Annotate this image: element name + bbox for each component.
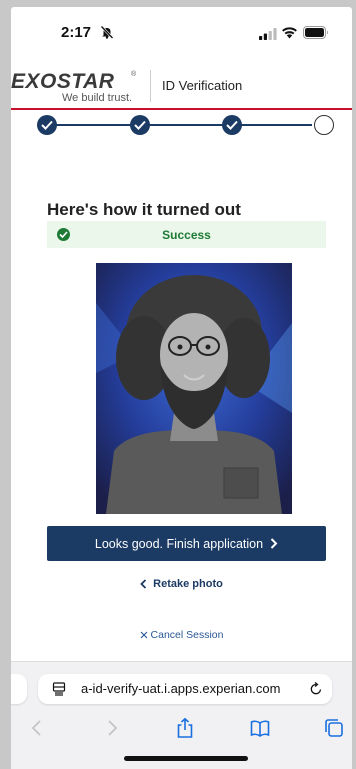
captured-selfie-photo [96,263,292,514]
page-icon[interactable] [52,682,66,696]
bookmarks-icon[interactable] [249,717,271,739]
exostar-logo[interactable]: EXOSTAR ® We build trust. [11,70,139,104]
cancel-session-link[interactable]: Cancel Session [11,629,352,641]
signal-icon [259,28,277,40]
status-bar: 2:17 [11,7,352,55]
url-text: a-id-verify-uat.i.apps.experian.com [81,681,281,696]
progress-stepper [11,111,352,139]
phone-screen: 2:17 EXOSTAR ® We build trust. ID Verifi… [11,7,352,769]
stepper-track [47,124,312,126]
bell-slash-icon [100,25,114,39]
chevron-right-icon [270,538,278,549]
header-divider [150,70,151,102]
retake-photo-link[interactable]: Retake photo [11,578,352,590]
step-3-complete [222,115,242,135]
window-frame-top [0,0,356,7]
check-icon [226,120,238,130]
tabs-icon[interactable] [323,717,345,739]
logo-tagline: We build trust. [62,92,133,104]
step-1-complete [37,115,57,135]
finish-application-label: Looks good. Finish application [94,536,264,551]
success-status-text: Success [162,228,211,242]
logo-wordmark: EXOSTAR [11,70,115,93]
success-banner: Success [47,221,326,248]
result-heading: Here's how it turned out [47,200,241,219]
previous-tab-peek[interactable] [11,674,27,704]
retake-photo-label: Retake photo [153,578,223,590]
step-2-complete [130,115,150,135]
window-frame-left [0,0,11,769]
browser-toolbar: a-id-verify-uat.i.apps.experian.com [11,661,352,769]
logo-registered-mark: ® [131,71,137,78]
finish-application-button[interactable]: Looks good. Finish application [47,526,326,561]
header-accent-line [11,108,352,110]
forward-icon[interactable] [100,717,122,739]
window-frame-right [352,0,356,769]
back-icon[interactable] [27,717,49,739]
cancel-session-label: Cancel Session [150,629,224,641]
close-icon [140,631,147,639]
reload-icon[interactable] [309,682,323,696]
home-indicator [124,756,248,761]
chevron-left-icon [140,579,147,589]
check-icon [134,120,146,130]
check-icon [41,120,53,130]
page-title: ID Verification [162,78,243,93]
status-time: 2:17 [61,24,92,41]
site-header: EXOSTAR ® We build trust. ID Verificatio… [11,64,352,110]
address-bar[interactable]: a-id-verify-uat.i.apps.experian.com [38,674,332,704]
battery-icon [303,26,328,39]
wifi-icon [282,27,297,39]
share-icon[interactable] [174,717,196,739]
step-4-pending [314,115,334,135]
